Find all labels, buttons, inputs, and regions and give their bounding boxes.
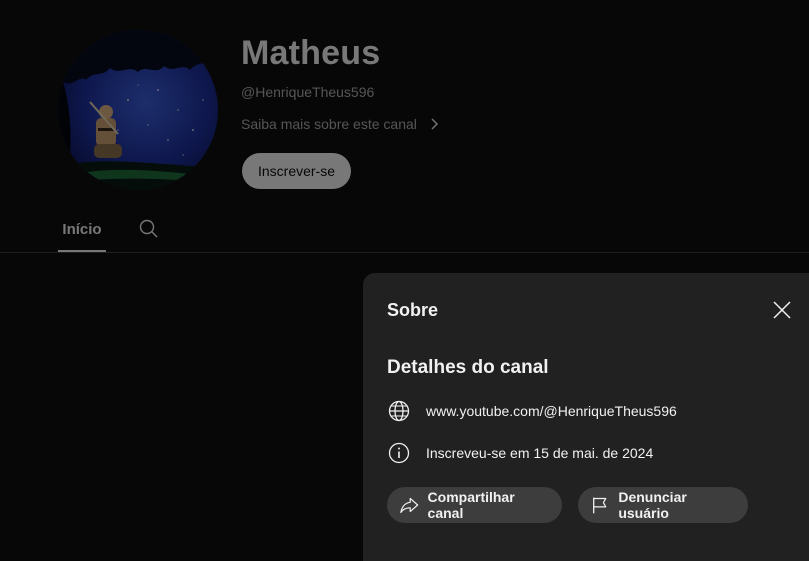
share-icon: [400, 497, 419, 514]
flag-icon: [593, 497, 607, 514]
about-link-label: Saiba mais sobre este canal: [241, 116, 417, 132]
subscribe-button[interactable]: Inscrever-se: [242, 153, 351, 189]
channel-url[interactable]: www.youtube.com/@HenriqueTheus596: [426, 403, 677, 419]
info-icon: [388, 442, 410, 464]
about-channel-link[interactable]: Saiba mais sobre este canal: [241, 116, 441, 132]
channel-handle: @HenriqueTheus596: [241, 84, 375, 100]
channel-page: Matheus @HenriqueTheus596 Saiba mais sob…: [0, 0, 809, 561]
channel-avatar[interactable]: [58, 30, 218, 190]
avatar-image: [58, 30, 218, 190]
search-icon[interactable]: [138, 218, 160, 240]
about-panel: Sobre Detalhes do canal www.youtube.com/…: [363, 273, 809, 561]
joined-date: Inscreveu-se em 15 de mai. de 2024: [426, 445, 654, 461]
channel-details-heading: Detalhes do canal: [387, 357, 549, 378]
joined-date-row: Inscreveu-se em 15 de mai. de 2024: [387, 441, 653, 465]
report-user-button[interactable]: Denunciar usuário: [578, 487, 748, 523]
share-channel-label: Compartilhar canal: [427, 489, 515, 521]
share-channel-button[interactable]: Compartilhar canal: [387, 487, 562, 523]
globe-icon: [388, 400, 410, 422]
close-icon[interactable]: [771, 299, 793, 321]
panel-title: Sobre: [387, 300, 439, 320]
report-user-label: Denunciar usuário: [618, 489, 687, 521]
chevron-right-icon: [427, 117, 441, 131]
channel-name: Matheus: [241, 34, 381, 72]
channel-tabs: Início: [0, 208, 809, 253]
tab-home[interactable]: Início: [58, 208, 106, 252]
channel-url-row: www.youtube.com/@HenriqueTheus596: [387, 399, 677, 423]
